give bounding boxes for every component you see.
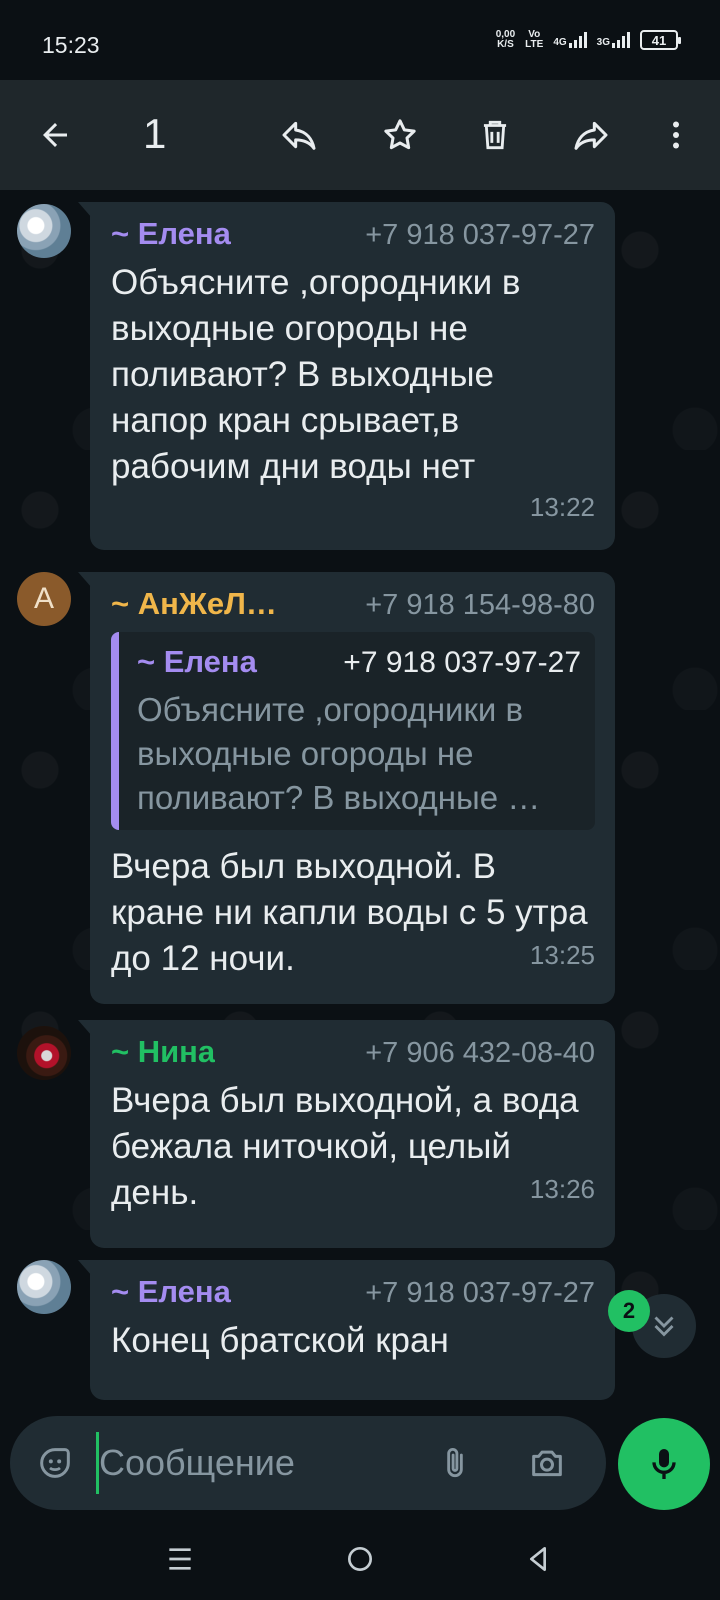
- message-header: ~ Нина +7 906 432-08-40: [111, 1034, 595, 1070]
- signal-2: 3G: [597, 32, 630, 48]
- camera-icon[interactable]: [522, 1438, 572, 1488]
- selected-count: 1: [143, 110, 167, 157]
- volte-bottom: LTE: [525, 39, 544, 50]
- net1-label: 4G: [553, 37, 567, 48]
- message-text: Конец братской кран: [111, 1321, 449, 1360]
- sender-name[interactable]: ~ Нина: [111, 1034, 215, 1070]
- status-indicators: 0,00 K/S Vo LTE 4G 3G 41: [496, 30, 681, 50]
- system-nav-bar: [0, 1524, 720, 1600]
- sender-name[interactable]: ~ Елена: [111, 1274, 231, 1310]
- sender-phone: +7 918 154-98-80: [365, 589, 595, 621]
- avatar[interactable]: [17, 1026, 71, 1080]
- sender-name[interactable]: ~ Елена: [111, 216, 231, 252]
- signal-bars-icon: [612, 32, 630, 48]
- message-bubble[interactable]: ~ Елена +7 918 037-97-27 Объясните ,огор…: [78, 202, 615, 550]
- quote-phone: +7 918 037-97-27: [343, 646, 581, 679]
- message-input[interactable]: [96, 1432, 426, 1494]
- double-chevron-down-icon: [654, 1316, 674, 1337]
- message-header: ~ АнЖеЛ… +7 918 154-98-80: [111, 586, 595, 622]
- sender-phone: +7 918 037-97-27: [365, 219, 595, 251]
- delete-icon[interactable]: [470, 110, 520, 160]
- back-nav-icon[interactable]: [508, 1534, 568, 1584]
- star-icon[interactable]: [375, 110, 425, 160]
- message-bubble[interactable]: ~ Елена +7 918 037-97-27 Конец братской …: [78, 1260, 615, 1400]
- signal-bars-icon: [568, 32, 587, 48]
- sender-phone: +7 918 037-97-27: [365, 1277, 595, 1309]
- avatar[interactable]: [17, 1260, 71, 1314]
- message-composer: [10, 1416, 606, 1510]
- selection-toolbar: 1: [0, 80, 720, 190]
- chat-area[interactable]: ~ Елена +7 918 037-97-27 Объясните ,огор…: [0, 190, 720, 1400]
- quoted-message[interactable]: ~ Елена +7 918 037-97-27 Объясните ,огор…: [111, 632, 595, 830]
- net-speed: 0,00 K/S: [496, 30, 515, 50]
- quote-header: ~ Елена +7 918 037-97-27: [137, 644, 581, 680]
- attach-icon[interactable]: [430, 1438, 480, 1488]
- mic-button[interactable]: [618, 1418, 710, 1510]
- unread-badge[interactable]: 2: [608, 1290, 650, 1332]
- quote-sender: ~ Елена: [137, 644, 257, 679]
- volte-indicator: Vo LTE: [525, 30, 543, 50]
- message-time: 13:22: [529, 492, 595, 522]
- battery-level: 41: [651, 32, 667, 48]
- forward-icon[interactable]: [566, 110, 616, 160]
- avatar[interactable]: [17, 204, 71, 258]
- quote-text: Объясните ,огородники в выходные огороды…: [137, 691, 541, 816]
- message-header: ~ Елена +7 918 037-97-27: [111, 1274, 595, 1310]
- recents-icon[interactable]: [150, 1534, 210, 1584]
- status-bar: 15:23 0,00 K/S Vo LTE 4G 3G 41: [0, 0, 720, 80]
- message-header: ~ Елена +7 918 037-97-27: [111, 216, 595, 252]
- battery-icon: 41: [640, 30, 681, 50]
- mic-icon: [652, 1449, 676, 1479]
- status-time: 15:23: [42, 32, 100, 58]
- more-vert-icon[interactable]: [651, 110, 701, 160]
- message-bubble[interactable]: ~ Нина +7 906 432-08-40 Вчера был выходн…: [78, 1020, 615, 1248]
- sender-phone: +7 906 432-08-40: [365, 1037, 595, 1069]
- sender-name[interactable]: ~ АнЖеЛ…: [111, 586, 277, 622]
- avatar[interactable]: A: [17, 572, 71, 626]
- message-bubble[interactable]: ~ АнЖеЛ… +7 918 154-98-80 ~ Елена +7 918…: [78, 572, 615, 1004]
- avatar-letter: A: [33, 582, 54, 615]
- home-icon[interactable]: [330, 1534, 390, 1584]
- sticker-icon[interactable]: [30, 1438, 80, 1488]
- net-speed-unit: K/S: [497, 39, 514, 50]
- reply-icon[interactable]: [274, 110, 324, 160]
- signal-1: 4G: [553, 32, 587, 48]
- net2-label: 3G: [596, 37, 610, 48]
- back-arrow-icon[interactable]: [30, 110, 80, 160]
- message-text: Объясните ,огородники в выходные огороды…: [111, 263, 521, 486]
